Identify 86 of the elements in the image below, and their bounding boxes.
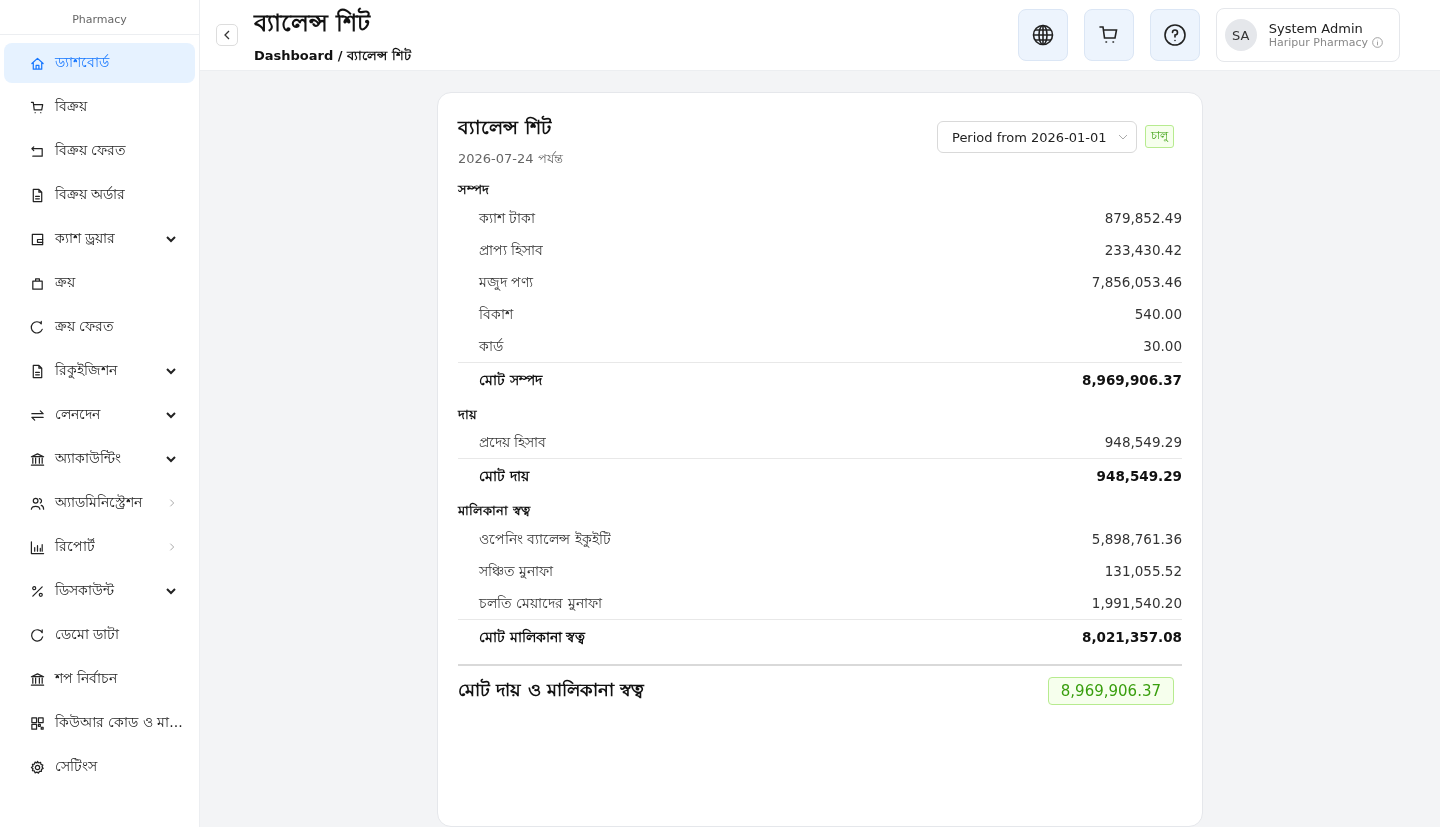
grand-total-label: মোট দায় ও মালিকানা স্বত্ব [458,677,645,702]
chevron-down-icon [165,365,177,377]
avatar: SA [1224,19,1257,51]
drawer-icon [30,231,45,247]
page-title: ব্যালেন্স শিট [254,6,372,39]
account-name: মজুদ পণ্য [479,273,534,290]
bank-icon [30,671,45,687]
document-icon [30,363,45,379]
sidebar-item[interactable]: ড্যাশবোর্ড [4,43,195,83]
amount: 131,055.52 [1104,562,1182,579]
info-icon [1372,37,1383,48]
sidebar-item[interactable]: অ্যাডমিনিস্ট্রেশন [4,483,195,523]
cart-icon[interactable] [1083,9,1134,61]
refresh-icon [30,319,45,335]
amount: 540.00 [1134,305,1182,322]
home-icon [30,55,45,71]
chevron-down-icon [165,233,177,245]
status-tag: চালু [1145,125,1174,148]
sidebar-item[interactable]: ক্যাশ ড্রয়ার [4,219,195,259]
account-name: ক্যাশ টাকা [479,209,536,226]
total-label: মোট মালিকানা স্বত্ব [479,628,586,645]
account-name: সঞ্চিত মুনাফা [479,562,554,579]
amount: 1,991,540.20 [1091,594,1182,611]
refresh-icon [30,627,45,643]
chevron-down-icon [165,409,177,421]
shop-name: Haripur Pharmacy [1268,36,1368,49]
help-icon[interactable] [1149,9,1200,61]
sidebar-item[interactable]: ক্রয় [4,263,195,303]
gear-icon [30,759,45,775]
section-heading: সম্পদ [458,181,491,199]
return-arrow-icon [30,143,45,159]
chevron-right-icon [167,498,177,508]
sidebar-item[interactable]: লেনদেন [4,395,195,435]
chevron-down-icon [1118,132,1128,142]
total-amount: 8,021,357.08 [1082,628,1182,645]
account-name: ওপেনিং ব্যালেন্স ইকুইটি [479,530,611,547]
chevron-right-icon [167,542,177,552]
sidebar-item[interactable]: বিক্রয় অর্ডার [4,175,195,215]
sidebar-item[interactable]: অ্যাকাউন্টিং [4,439,195,479]
card-title: ব্যালেন্স শিট [458,114,553,140]
account-name: কার্ড [479,337,503,354]
period-select[interactable]: Period from 2026-01-01 [937,121,1137,153]
transfer-arrows-icon [30,407,45,423]
bank-icon [30,451,45,467]
globe-icon[interactable] [1017,9,1068,61]
amount: 7,856,053.46 [1091,273,1182,290]
total-label: মোট দায় [479,468,529,485]
amount: 5,898,761.36 [1091,530,1182,547]
account-name: প্রাপ্য হিসাব [479,241,544,258]
section-heading: মালিকানা স্বত্ব [458,501,532,521]
section-heading: দায় [458,405,478,424]
amount: 879,852.49 [1104,209,1182,226]
amount: 30.00 [1143,337,1182,354]
sidebar-item[interactable]: ডিসকাউন্ট [4,571,195,611]
chevron-down-icon [165,453,177,465]
sidebar-item[interactable]: বিক্রয় [4,87,195,127]
sidebar-item[interactable]: রিপোর্ট [4,527,195,567]
qr-code-icon [30,715,45,731]
sidebar-item[interactable]: রিকুইজিশন [4,351,195,391]
user-name: System Admin [1268,21,1364,36]
users-icon [30,495,45,511]
total-amount: 948,549.29 [1096,468,1182,485]
user-menu[interactable]: SA System Admin Haripur Pharmacy [1215,8,1400,62]
brand-subtitle: Pharmacy [72,13,127,26]
bag-icon [30,275,45,291]
account-name: প্রদেয় হিসাব [479,434,547,451]
cart-icon [30,99,45,115]
amount: 233,430.42 [1104,241,1182,258]
bar-chart-icon [30,539,45,555]
total-label: মোট সম্পদ [479,371,542,388]
total-amount: 8,969,906.37 [1082,371,1182,388]
chevron-down-icon [165,585,177,597]
sidebar-item[interactable]: ক্রয় ফেরত [4,307,195,347]
percent-icon [30,583,45,599]
account-name: চলতি মেয়াদের মুনাফা [479,594,602,611]
sidebar-item[interactable]: কিউআর কোড ও মা... [4,703,195,743]
sidebar-item[interactable]: সেটিংস [4,747,195,787]
sidebar-item[interactable]: ডেমো ডাটা [4,615,195,655]
account-name: বিকাশ [479,305,513,322]
grand-total-amount: 8,969,906.37 [1047,677,1174,706]
breadcrumb: Dashboard / ব্যালেন্স শিট [254,46,413,65]
as-of-date: 2026-07-24 পর্যন্ত [458,150,564,168]
sidebar-item[interactable]: শপ নির্বাচন [4,659,195,699]
document-icon [30,187,45,203]
sidebar-item[interactable]: বিক্রয় ফেরত [4,131,195,171]
amount: 948,549.29 [1104,434,1182,451]
